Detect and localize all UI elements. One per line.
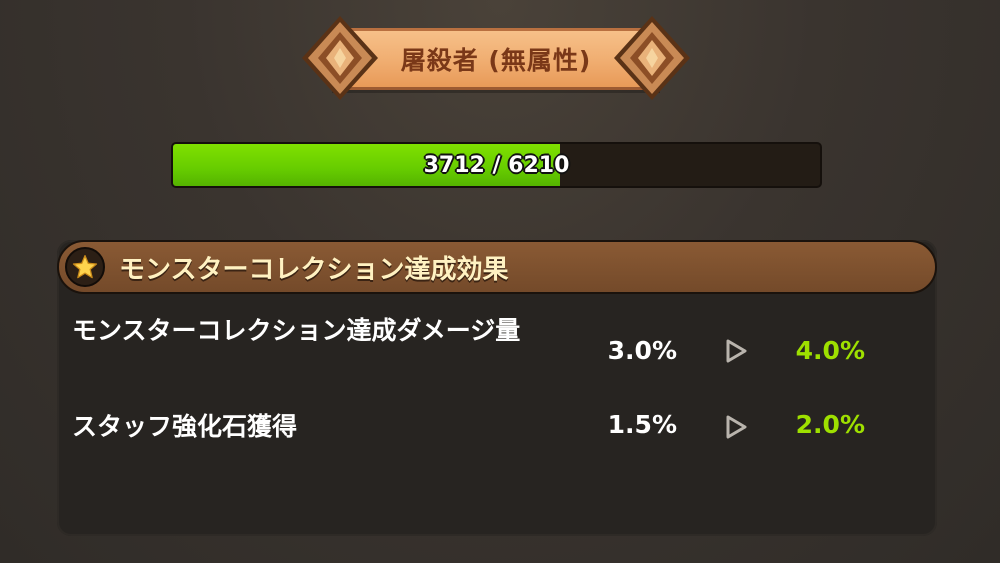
page-title: 屠殺者 (無属性) <box>400 46 592 75</box>
star-badge <box>65 247 105 287</box>
effect-row: スタッフ強化石獲得 1.5% 2.0% <box>57 408 937 448</box>
panel-header: モンスターコレクション達成効果 <box>57 240 937 294</box>
diamond-ornament-icon <box>614 16 690 100</box>
effect-current-value: 1.5% <box>607 410 677 439</box>
effect-current-value: 3.0% <box>607 336 677 365</box>
star-icon <box>72 254 98 279</box>
title-banner: 屠殺者 (無属性) <box>300 14 692 102</box>
effect-next-value: 2.0% <box>795 410 865 439</box>
progress-label: 3712 / 6210 <box>423 152 570 178</box>
effect-label: モンスターコレクション達成ダメージ量 <box>72 316 521 345</box>
diamond-ornament-icon <box>302 16 378 100</box>
effect-next-value: 4.0% <box>795 336 865 365</box>
play-arrow-icon <box>726 415 747 439</box>
collection-effect-panel: モンスターコレクション達成効果 モンスターコレクション達成ダメージ量 3.0% … <box>57 240 937 536</box>
collection-progress-bar: 3712 / 6210 <box>171 142 822 188</box>
effect-label: スタッフ強化石獲得 <box>72 412 298 441</box>
effect-row: モンスターコレクション達成ダメージ量 3.0% 4.0% <box>57 312 937 392</box>
panel-title: モンスターコレクション達成効果 <box>119 254 509 285</box>
play-arrow-icon <box>726 339 747 363</box>
title-ribbon: 屠殺者 (無属性) <box>332 28 660 90</box>
